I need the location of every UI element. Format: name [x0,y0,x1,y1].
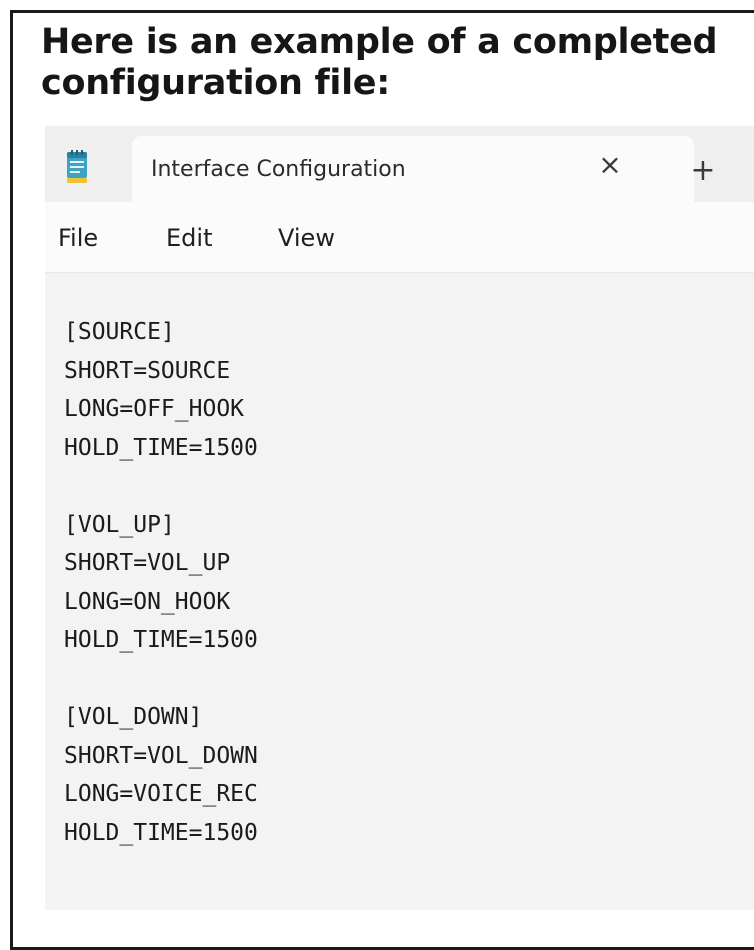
notepad-icon [67,150,87,183]
tab-strip: Interface Configuration × + [45,126,754,202]
text-editor[interactable]: [SOURCE] SHORT=SOURCE LONG=OFF_HOOK HOLD… [45,273,754,910]
tab-interface-configuration[interactable]: Interface Configuration × [132,136,694,202]
notepad-window: Interface Configuration × + File Edit Vi… [45,126,754,910]
menu-view[interactable]: View [278,224,335,252]
menu-file[interactable]: File [58,224,98,252]
menu-edit[interactable]: Edit [166,224,212,252]
menu-bar: File Edit View [45,202,754,273]
tab-title: Interface Configuration [151,157,406,182]
page-heading: Here is an example of a completed config… [41,22,718,103]
close-icon[interactable]: × [592,146,628,182]
plus-icon[interactable]: + [685,152,721,188]
config-file-content[interactable]: [SOURCE] SHORT=SOURCE LONG=OFF_HOOK HOLD… [64,313,258,852]
